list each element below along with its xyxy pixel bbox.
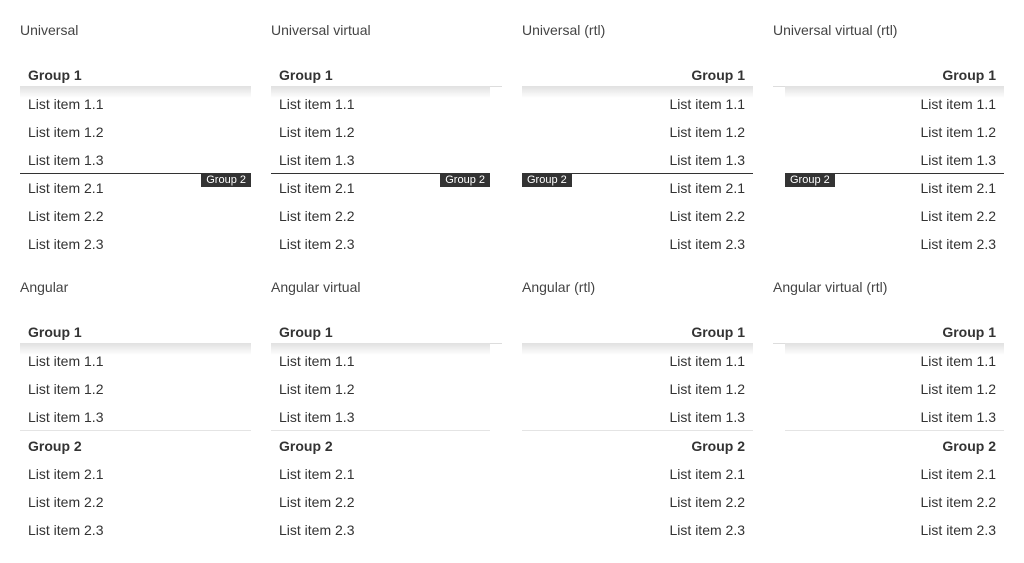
list-item[interactable]: List item 2.1 (921, 466, 996, 494)
list-item[interactable]: List item 1.2 (279, 381, 354, 409)
list-item[interactable]: List item 1.1 (670, 353, 745, 381)
group-badge: Group 2 (440, 173, 490, 187)
list-item[interactable]: List item 2.1 (670, 466, 745, 494)
sticky-group-header: Group 1 (522, 57, 753, 86)
group-divider (271, 430, 490, 431)
group-divider (522, 430, 753, 431)
group-badge: Group 2 (522, 173, 572, 187)
list-item[interactable]: List item 2.3 (670, 236, 745, 264)
list-item[interactable]: List item 2.3 (921, 236, 996, 264)
list-item[interactable]: List item 2.2 (279, 494, 354, 522)
list-item[interactable]: List item 2.2 (921, 494, 996, 522)
group-divider (20, 430, 251, 431)
list-item[interactable]: List item 1.2 (670, 124, 745, 152)
group-header: Group 2 (942, 438, 996, 454)
header-shadow (20, 343, 251, 355)
list-item[interactable]: List item 1.2 (28, 124, 103, 152)
panel-title: Universal virtual (rtl) (773, 22, 898, 38)
list-item[interactable]: List item 1.1 (28, 353, 103, 381)
list-item[interactable]: List item 2.3 (279, 522, 354, 550)
list-item[interactable]: List item 2.3 (670, 522, 745, 550)
sticky-group-header: Group 1 (20, 314, 251, 343)
group-badge: Group 2 (201, 173, 251, 187)
sticky-group-header: Group 1 (522, 314, 753, 343)
sticky-group-header: Group 1 (271, 314, 502, 343)
header-shadow (785, 86, 1004, 98)
list-item[interactable]: List item 2.1 (279, 466, 354, 494)
list-item[interactable]: List item 1.1 (921, 353, 996, 381)
panel-title: Universal virtual (271, 22, 371, 38)
sticky-group-header: Group 1 (773, 57, 1004, 86)
panel-title: Universal (20, 22, 79, 38)
header-border (490, 343, 502, 344)
panel-title: Universal (rtl) (522, 22, 606, 38)
sticky-group-header: Group 1 (271, 57, 502, 86)
group-header: Group 2 (279, 438, 333, 454)
header-border (773, 86, 785, 87)
list-item[interactable]: List item 1.2 (28, 381, 103, 409)
list-item[interactable]: List item 2.2 (28, 208, 103, 236)
list-item[interactable]: List item 1.2 (921, 381, 996, 409)
list-item[interactable]: List item 2.1 (279, 180, 354, 208)
list-item[interactable]: List item 2.3 (28, 522, 103, 550)
list-item[interactable]: List item 2.3 (921, 522, 996, 550)
list-item[interactable]: List item 1.3 (670, 409, 745, 437)
list-item[interactable]: List item 2.2 (670, 494, 745, 522)
panel-title: Angular (20, 279, 69, 295)
list-item[interactable]: List item 2.3 (28, 236, 103, 264)
list-item[interactable]: List item 2.2 (921, 208, 996, 236)
group-divider (785, 430, 1004, 431)
group-header: Group 2 (28, 438, 82, 454)
header-shadow (271, 86, 490, 98)
list-item[interactable]: List item 1.2 (921, 124, 996, 152)
list-item[interactable]: List item 1.1 (28, 96, 103, 124)
list-item[interactable]: List item 1.1 (921, 96, 996, 124)
list-item[interactable]: List item 2.1 (670, 180, 745, 208)
header-shadow (522, 343, 753, 355)
list-item[interactable]: List item 1.2 (670, 381, 745, 409)
header-border (490, 86, 502, 87)
list-item[interactable]: List item 1.3 (28, 152, 103, 180)
header-shadow (522, 86, 753, 98)
panel-title: Angular virtual (rtl) (773, 279, 888, 295)
header-shadow (20, 86, 251, 98)
group-divider: Group 2 (271, 173, 490, 187)
sticky-group-header: Group 1 (20, 57, 251, 86)
list-item[interactable]: List item 1.2 (279, 124, 354, 152)
list-item[interactable]: List item 1.3 (279, 409, 354, 437)
list-item[interactable]: List item 2.2 (670, 208, 745, 236)
list-item[interactable]: List item 1.1 (279, 353, 354, 381)
list-item[interactable]: List item 2.1 (921, 180, 996, 208)
group-divider: Group 2 (522, 173, 753, 187)
list-item[interactable]: List item 2.1 (28, 466, 103, 494)
group-badge: Group 2 (785, 173, 835, 187)
list-item[interactable]: List item 1.1 (670, 96, 745, 124)
sticky-group-header: Group 1 (773, 314, 1004, 343)
list-item[interactable]: List item 2.2 (28, 494, 103, 522)
list-item[interactable]: List item 1.3 (670, 152, 745, 180)
list-item[interactable]: List item 1.1 (279, 96, 354, 124)
panel-title: Angular (rtl) (522, 279, 596, 295)
panel-title: Angular virtual (271, 279, 361, 295)
list-item[interactable]: List item 1.3 (921, 409, 996, 437)
group-divider: Group 2 (785, 173, 1004, 187)
list-item[interactable]: List item 1.3 (921, 152, 996, 180)
list-item[interactable]: List item 2.1 (28, 180, 103, 208)
header-shadow (785, 343, 1004, 355)
list-item[interactable]: List item 2.2 (279, 208, 354, 236)
header-border (773, 343, 785, 344)
list-item[interactable]: List item 2.3 (279, 236, 354, 264)
header-shadow (271, 343, 490, 355)
list-item[interactable]: List item 1.3 (279, 152, 354, 180)
group-divider: Group 2 (20, 173, 251, 187)
group-header: Group 2 (691, 438, 745, 454)
list-item[interactable]: List item 1.3 (28, 409, 103, 437)
